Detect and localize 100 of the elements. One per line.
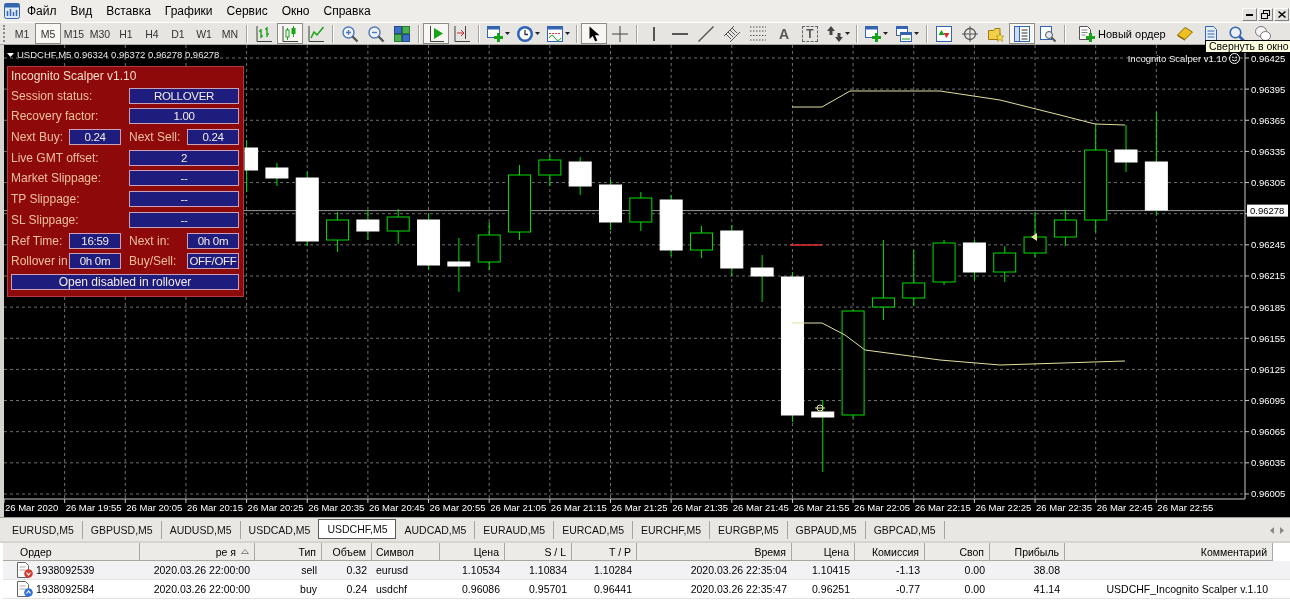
- menu-item[interactable]: Файл: [20, 1, 64, 21]
- column-header[interactable]: Символ: [372, 543, 440, 561]
- data-window-button[interactable]: [1009, 23, 1035, 44]
- table-cell-text: usdchf: [375, 582, 408, 597]
- chart-tab[interactable]: AUDCAD,M5: [396, 521, 476, 539]
- order-icon: [17, 562, 33, 578]
- chart-tab[interactable]: EURGBP,M5: [710, 521, 788, 539]
- timeframe-button[interactable]: D1: [165, 23, 191, 44]
- menu-item[interactable]: Справка: [316, 1, 378, 21]
- chart-tab[interactable]: GBPUSD,M5: [82, 521, 162, 539]
- timeframe-button[interactable]: M30: [87, 23, 113, 44]
- table-cell-text: 0.24: [345, 582, 368, 597]
- candle: [993, 245, 1017, 283]
- chart-shift-icon: [454, 25, 470, 42]
- caret-icon: [883, 32, 888, 35]
- zoom-out-icon: [368, 25, 384, 42]
- candle: [750, 254, 774, 303]
- panel-label: Live GMT offset:: [11, 149, 100, 166]
- timeframe-button[interactable]: W1: [191, 23, 217, 44]
- up-down-triangles-window-icon: [936, 25, 952, 42]
- column-header[interactable]: S / L: [505, 543, 572, 561]
- menu-item[interactable]: Графики: [157, 1, 220, 21]
- time-label: 26 Mar 21:25: [611, 502, 668, 513]
- list-window-icon: [1014, 25, 1030, 42]
- timeframe-button[interactable]: M5: [35, 23, 61, 44]
- order-row[interactable]: 1938092584 2020.03.26 22:00:00 buy 0.24 usdchf 0.96086 0.95701 0.96441 2020.03.26 22:35:47 0.96251 -0.77 0.00 41.14 USDCHF_Incognito Scalper v.1.10: [3, 580, 1290, 599]
- menu-item[interactable]: Вид: [63, 1, 100, 21]
- column-header[interactable]: Цена: [440, 543, 505, 561]
- chart-tab[interactable]: EURUSD,M5: [4, 521, 83, 539]
- table-cell-text: 2020.03.26 22:00:00: [152, 582, 251, 597]
- candle: [902, 249, 926, 307]
- column-header[interactable]: Ордер: [3, 543, 140, 561]
- panel-label: Next Buy:: [11, 129, 65, 146]
- order-row[interactable]: 1938092539 2020.03.26 22:00:00 sell 0.32 eurusd 1.10534 1.10834 1.10284 2020.03.26 22:35:04 1.10415 -1.13 0.00 38.08: [3, 561, 1290, 580]
- close-button[interactable]: [1274, 8, 1289, 21]
- arrows-icon: [826, 25, 843, 42]
- time-label: 26 Mar 22:55: [1157, 502, 1214, 513]
- cursor-icon: [588, 25, 600, 42]
- timeframe-button[interactable]: H1: [113, 23, 139, 44]
- restore-button[interactable]: [1258, 8, 1273, 21]
- price-label: 0.96395: [1251, 83, 1286, 95]
- timeframe-button[interactable]: M1: [9, 23, 35, 44]
- time-label: 26 Mar 21:55: [793, 502, 850, 513]
- chart-tab[interactable]: USDCHF,M5: [318, 519, 397, 539]
- value-display: OFF/OFF: [187, 253, 239, 270]
- horizontal-line-icon: [672, 32, 688, 35]
- scroll-right-icon[interactable]: [1280, 526, 1284, 534]
- folder-star-icon: [988, 25, 1004, 42]
- menu-item[interactable]: Вставка: [99, 1, 158, 21]
- column-header[interactable]: T / P: [572, 543, 637, 561]
- price-label: 0.96155: [1251, 332, 1286, 344]
- new-order-button[interactable]: Новый ордер: [1075, 23, 1172, 44]
- table-cell: 1938092539: [36, 564, 95, 576]
- panel-label: Market Slippage:: [11, 170, 103, 187]
- caret-icon: [7, 52, 14, 57]
- candle: [477, 221, 501, 271]
- chart-tab[interactable]: EURCAD,M5: [554, 521, 633, 539]
- time-label: 26 Mar 22:35: [1036, 502, 1093, 513]
- timeframe-button[interactable]: H4: [139, 23, 165, 44]
- value-display: --: [129, 170, 239, 187]
- column-header[interactable]: ре я: [140, 543, 255, 561]
- column-header[interactable]: Цена: [792, 543, 855, 561]
- candlestick-chart-button[interactable]: [277, 23, 303, 44]
- scroll-left-icon[interactable]: [1270, 526, 1274, 534]
- price-label: 0.96005: [1251, 488, 1286, 500]
- timeframe-button[interactable]: MN: [217, 23, 243, 44]
- table-cell-text: 2020.03.26 22:35:04: [689, 563, 788, 578]
- cursor-button[interactable]: [581, 23, 607, 44]
- hatched-channel-icon: [724, 25, 740, 42]
- chart-tab[interactable]: GBPAUD,M5: [787, 521, 866, 539]
- menu-item[interactable]: Окно: [274, 1, 317, 21]
- value-display: 0h 0m: [69, 253, 121, 270]
- chart-tab[interactable]: AUDUSD,M5: [161, 521, 241, 539]
- time-label: 26 Mar 21:05: [490, 502, 547, 513]
- column-header[interactable]: Комментарий: [1065, 543, 1273, 561]
- time-label: 26 Mar 20:15: [186, 502, 243, 513]
- text-tool-button[interactable]: A: [771, 23, 797, 44]
- auto-scroll-button[interactable]: [423, 23, 449, 44]
- table-cell-text: 38.08: [1032, 563, 1061, 578]
- candle: [629, 191, 653, 232]
- column-header[interactable]: Прибыль: [990, 543, 1065, 561]
- chart-tab[interactable]: EURCHF,M5: [633, 521, 711, 539]
- chart-tab[interactable]: GBPCAD,M5: [865, 521, 945, 539]
- zoom-in-icon: [342, 25, 358, 42]
- time-label: 26 Mar 21:15: [550, 502, 607, 513]
- column-header[interactable]: Время: [637, 543, 792, 561]
- column-header[interactable]: Тип: [255, 543, 322, 561]
- column-header[interactable]: Своп: [925, 543, 990, 561]
- chart-tab[interactable]: EURAUD,M5: [475, 521, 555, 539]
- caret-icon: [914, 32, 919, 35]
- menu-item[interactable]: Сервис: [219, 1, 275, 21]
- column-header[interactable]: Объем: [322, 543, 372, 561]
- time-label: 26 Mar 22:05: [854, 502, 911, 513]
- label-tool-button[interactable]: T: [802, 25, 818, 42]
- timeframe-button[interactable]: M15: [61, 23, 87, 44]
- column-header[interactable]: Комиссия: [855, 543, 925, 561]
- chart-title: USDCHF,M5 0.96324 0.96372 0.96278 0.96278: [17, 49, 220, 60]
- time-label: 26 Mar 20:45: [368, 502, 425, 513]
- speech-bubbles-icon: [1254, 26, 1271, 41]
- minimize-button[interactable]: [1242, 8, 1257, 21]
